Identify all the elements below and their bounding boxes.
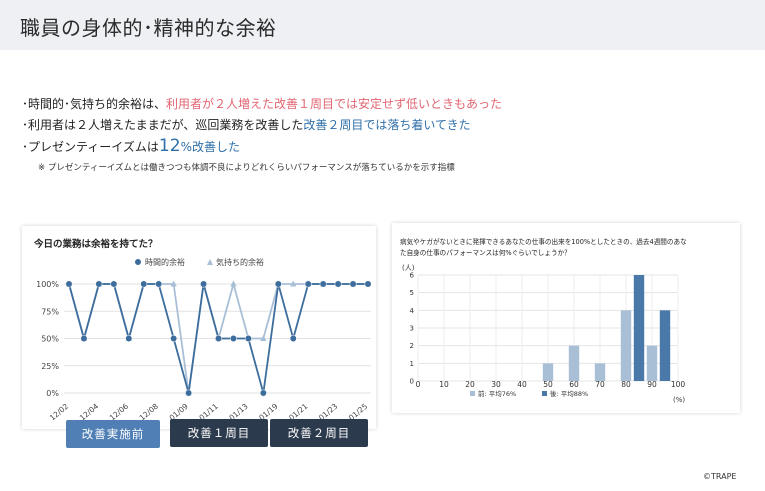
- series-point-time: [259, 389, 267, 397]
- line-chart-y-ticks: 0% 25% 50% 75% 100%: [36, 280, 59, 398]
- legend-marker-feeling: [207, 259, 213, 265]
- before-improvement-button[interactable]: 改善実施前: [66, 420, 160, 448]
- improvement-week2-button[interactable]: 改善２周目: [270, 419, 368, 447]
- series-point-time: [170, 335, 178, 342]
- bullet-1-highlight: 利用者が２人増えた改善１周目では安定せず低いときもあった: [166, 97, 503, 111]
- page-title: 職員の身体的･精神的な余裕: [20, 16, 277, 40]
- y-tick-label: 0: [410, 378, 414, 386]
- histogram-legend: 前: 平均76% 後: 平均88%: [470, 389, 588, 398]
- x-tick-label: 20: [465, 380, 475, 389]
- y-tick-label: 2: [410, 342, 414, 350]
- bar-before: [542, 363, 554, 381]
- line-chart-card: 今日の業務は余裕を持てた？ 時間的余裕 気持ち的余裕 0% 25% 50% 75% 10…: [22, 226, 376, 429]
- y-tick-label: 25%: [41, 362, 59, 371]
- bullet-2-highlight: 改善２周目では落ち着いてきた: [303, 118, 471, 132]
- series-point-time: [185, 389, 193, 397]
- legend-marker-time: [135, 259, 141, 265]
- presenteeism-note: ※ プレゼンティーイズムとは働きつつも体調不良によりどれくらいパフォーマンスが落…: [38, 163, 455, 173]
- x-tick-label: 30: [491, 380, 501, 389]
- series-point-time: [349, 280, 357, 288]
- y-tick-label: 6: [410, 272, 415, 280]
- bullet-3-text: ･プレゼンティーイズムは: [22, 140, 159, 154]
- y-tick-label: 50%: [41, 335, 59, 344]
- series-point-time: [95, 280, 103, 288]
- x-tick-label: 50: [543, 380, 553, 389]
- copyright: ©TRAPE: [703, 472, 737, 481]
- series-point-time: [364, 280, 372, 288]
- x-tick-label: 10: [439, 380, 449, 389]
- histogram-card: 病気やケガがないときに発揮できるあなたの仕事の出来を100%としたときの、過去4…: [392, 223, 740, 413]
- line-chart: 今日の業務は余裕を持てた？ 時間的余裕 気持ち的余裕 0% 25% 50% 75% 10…: [33, 238, 372, 422]
- bar-before: [646, 345, 658, 381]
- series-point-time: [230, 335, 237, 342]
- bullet-1-text: ･時間的･気持ち的余裕は、: [22, 97, 167, 111]
- legend-label-after: 後: 平均88%: [550, 389, 588, 398]
- series-point-time: [110, 280, 118, 288]
- legend-marker-after: [542, 391, 547, 396]
- legend-label-time: 時間的余裕: [145, 257, 185, 267]
- y-tick-label: 3: [410, 325, 414, 333]
- bar-after: [659, 310, 671, 381]
- bar-before: [620, 310, 632, 381]
- bullet-2-text: ･利用者は２人増えたままだが、巡回業務を改善した: [22, 118, 304, 132]
- bullet-3-suffix: %改善した: [180, 140, 240, 154]
- legend-label-feeling: 気持ち的余裕: [216, 257, 264, 267]
- improvement-week1-button[interactable]: 改善１周目: [170, 419, 268, 447]
- x-tick-label: 0: [416, 380, 421, 389]
- series-point-time: [334, 280, 342, 288]
- bullet-3-number: 12: [158, 136, 181, 156]
- series-point-time: [65, 280, 73, 288]
- bar-before: [594, 363, 606, 381]
- series-point-time: [274, 280, 282, 288]
- y-tick-label: 0%: [46, 389, 59, 398]
- bullet-1: ･時間的･気持ち的余裕は、利用者が２人増えた改善１周目では安定せず低いときもあっ…: [22, 95, 502, 112]
- histogram-title-line1: 病気やケガがないときに発揮できるあなたの仕事の出来を100%としたときの、過去4…: [400, 237, 687, 246]
- y-tick-label: 100%: [36, 280, 59, 289]
- header-bar: 職員の身体的･精神的な余裕: [0, 0, 765, 50]
- series-point-time: [155, 280, 163, 288]
- series-point-time: [289, 335, 297, 342]
- y-tick-label: 5: [410, 289, 414, 297]
- x-tick-label: 70: [595, 380, 605, 389]
- legend-label-before: 前: 平均76%: [478, 389, 516, 398]
- histogram-x-unit: (%): [673, 396, 685, 404]
- y-tick-label: 1: [410, 360, 414, 368]
- bullet-2: ･利用者は２人増えたままだが、巡回業務を改善した改善２周目では落ち着いてきた: [22, 116, 471, 133]
- series-point-time: [244, 335, 252, 342]
- line-chart-legend: 時間的余裕 気持ち的余裕: [135, 257, 264, 267]
- series-point-time: [140, 280, 148, 288]
- y-tick-label: 4: [410, 307, 415, 315]
- series-point-time: [125, 335, 133, 342]
- series-point-time: [80, 335, 88, 342]
- series-point-time: [200, 280, 208, 288]
- histogram-chart: 病気やケガがないときに発揮できるあなたの仕事の出来を100%としたときの、過去4…: [400, 237, 687, 404]
- x-tick-label: 90: [647, 380, 657, 389]
- x-tick-label: 60: [569, 380, 579, 389]
- legend-marker-before: [470, 391, 475, 396]
- bullet-3: ･プレゼンティーイズムは12%改善した: [22, 136, 240, 156]
- bar-after: [633, 275, 645, 381]
- series-point-time: [215, 335, 222, 342]
- x-tick-label: 80: [621, 380, 631, 389]
- series-point-time: [319, 280, 327, 288]
- x-tick-label: 100: [671, 380, 686, 389]
- line-chart-title: 今日の業務は余裕を持てた？: [33, 238, 158, 250]
- bar-before: [568, 345, 580, 381]
- y-tick-label: 75%: [41, 307, 59, 316]
- x-tick-label: 40: [517, 380, 527, 389]
- series-point-time: [304, 280, 312, 288]
- histogram-title-line2: た自身の仕事のパフォーマンスは何%ぐらいでしょうか？: [400, 248, 571, 257]
